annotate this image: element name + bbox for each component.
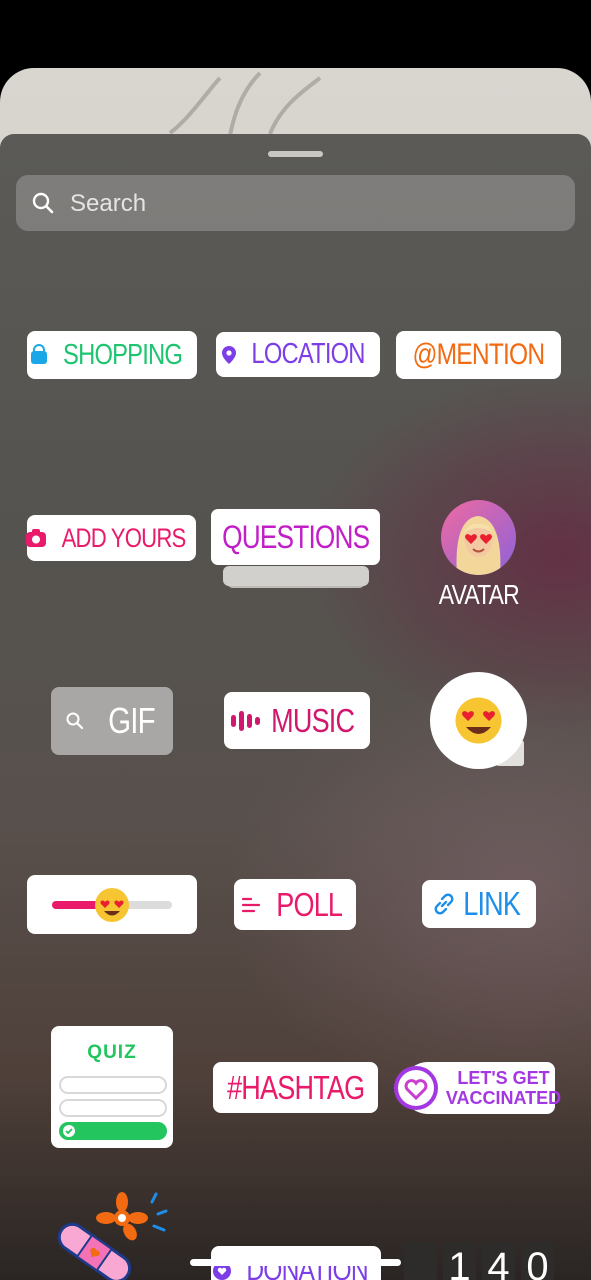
check-icon [63, 1125, 75, 1137]
quiz-correct-option-bar [59, 1122, 167, 1140]
quiz-sticker[interactable]: QUIZ [51, 1026, 173, 1148]
lets-get-vaccinated-sticker[interactable]: LET'S GET VACCINATED [393, 1062, 561, 1114]
countdown-digit: 1 [443, 1242, 476, 1280]
heart-eyes-emoji-icon [455, 697, 502, 744]
home-indicator[interactable] [190, 1259, 401, 1266]
camera-icon [25, 529, 46, 547]
poll-sticker[interactable]: POLL [234, 879, 356, 930]
countdown-sticker[interactable]: 1 4 0 [404, 1242, 554, 1280]
poll-lines-icon [241, 897, 260, 912]
emoji-reaction-sticker[interactable] [430, 672, 527, 769]
add-yours-label: ADD YOURS [61, 522, 187, 553]
questions-label: QUESTIONS [221, 518, 370, 555]
location-pin-icon [221, 345, 236, 364]
emoji-slider-track [52, 888, 172, 922]
shopping-label: SHOPPING [63, 338, 184, 371]
avatar-sticker[interactable]: AVATAR [430, 500, 526, 612]
sticker-search-bar[interactable] [16, 175, 575, 231]
add-yours-sticker[interactable]: ADD YOURS [25, 515, 196, 561]
bandage-icon [57, 1222, 132, 1280]
mention-label: @MENTION [412, 338, 546, 371]
sticker-tray-sheet: SHOPPING LOCATION @MENTION ADD YOURS QUE… [0, 134, 591, 1280]
search-icon [32, 192, 54, 214]
music-sticker[interactable]: MUSIC [224, 692, 370, 749]
countdown-digit: 4 [482, 1242, 515, 1280]
avatar-face-icon [456, 516, 500, 575]
link-chain-icon [434, 893, 454, 915]
emoji-slider-sticker[interactable] [27, 875, 197, 934]
questions-sticker[interactable]: QUESTIONS [211, 509, 380, 565]
mention-sticker[interactable]: @MENTION [396, 331, 561, 379]
donation-label: DONATION [246, 1254, 368, 1280]
hashtag-label: #HASHTAG [226, 1068, 365, 1106]
vaccinated-line2: VACCINATED [445, 1088, 562, 1108]
audio-bars-icon [231, 710, 261, 731]
shopping-sticker[interactable]: SHOPPING [27, 331, 197, 379]
photo-drawing [168, 71, 322, 137]
location-label: LOCATION [251, 338, 365, 370]
avatar-label: AVATAR [438, 579, 520, 610]
music-label: MUSIC [271, 701, 355, 739]
shopping-bag-icon [31, 344, 48, 364]
hashtag-sticker[interactable]: #HASHTAG [213, 1062, 378, 1113]
questions-stack-layer [223, 566, 369, 586]
link-label: LINK [463, 885, 522, 922]
location-sticker[interactable]: LOCATION [216, 332, 380, 377]
vaccinated-line1: LET'S GET [457, 1068, 550, 1088]
gif-label: GIF [107, 700, 156, 741]
flower-icon [96, 1192, 168, 1241]
gif-sticker[interactable]: GIF [51, 687, 173, 755]
quiz-option-bar [59, 1076, 167, 1094]
search-input[interactable] [68, 185, 552, 223]
link-sticker[interactable]: LINK [422, 880, 536, 928]
sheet-grabber[interactable] [268, 151, 323, 157]
quiz-label: QUIZ [87, 1042, 137, 1063]
countdown-digit: 0 [521, 1242, 554, 1280]
countdown-digit [404, 1242, 437, 1280]
search-icon [66, 712, 83, 730]
avatar-image [440, 500, 516, 575]
bandage-flower-sticker[interactable] [50, 1192, 180, 1280]
heart-vaccine-icon [393, 1066, 438, 1110]
quiz-option-bar [59, 1099, 167, 1117]
poll-label: POLL [276, 885, 343, 923]
